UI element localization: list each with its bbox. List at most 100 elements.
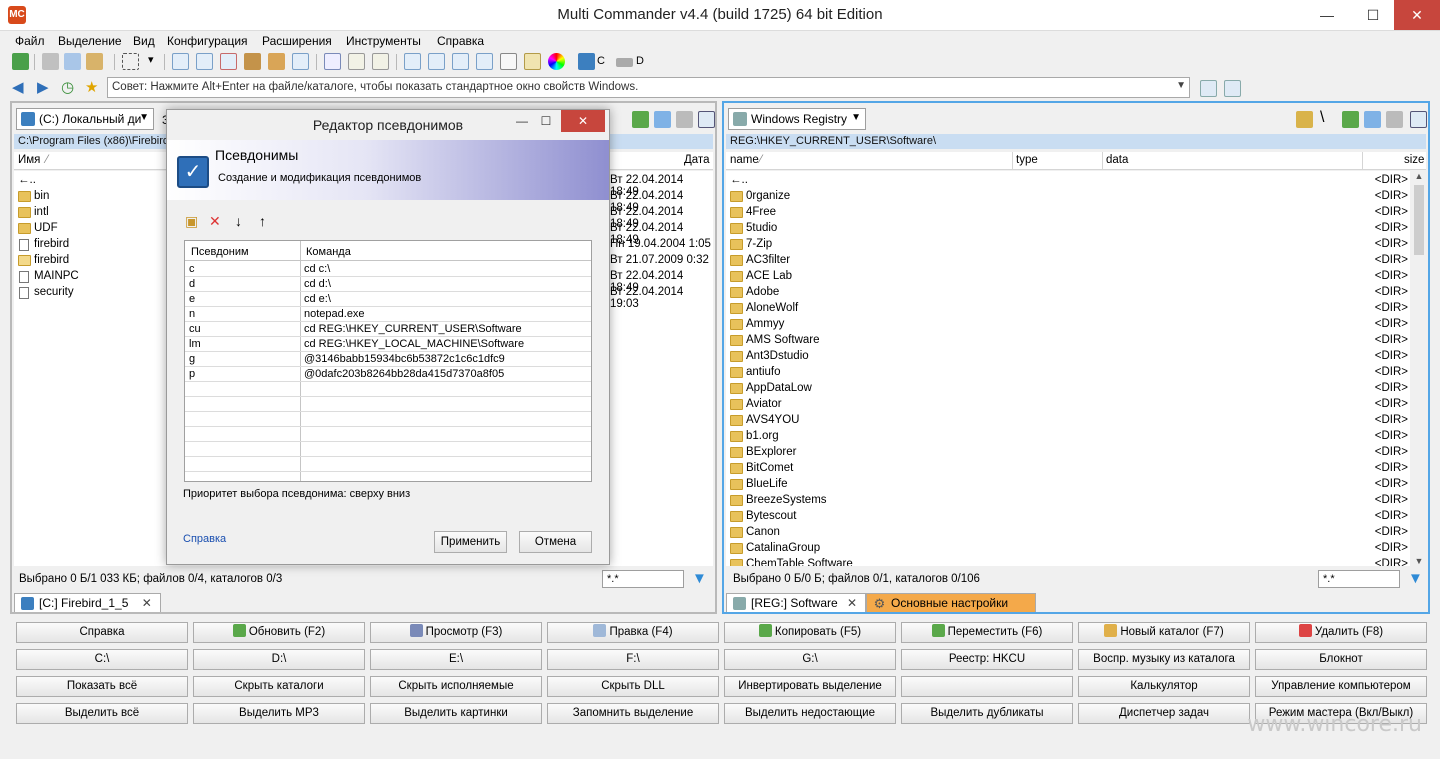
- alias-row[interactable]: n notepad.exe: [185, 307, 591, 322]
- list-item[interactable]: BreezeSystems <DIR>: [726, 493, 1410, 509]
- list-item[interactable]: BitComet <DIR>: [726, 461, 1410, 477]
- list-item[interactable]: ←.. <DIR>: [726, 173, 1410, 189]
- function-button[interactable]: Диспетчер задач: [1078, 703, 1250, 724]
- tab-registry[interactable]: [REG:] Software ✕: [726, 593, 867, 612]
- notepad-icon[interactable]: [500, 53, 517, 70]
- list-item[interactable]: 5tudio <DIR>: [726, 221, 1410, 237]
- alias-row[interactable]: c cd c:\: [185, 262, 591, 277]
- drive-c-label[interactable]: C: [597, 55, 605, 67]
- root-icon[interactable]: \: [1320, 109, 1324, 127]
- function-button[interactable]: Скрыть исполняемые: [370, 676, 542, 697]
- col-size-header[interactable]: size: [1404, 154, 1424, 166]
- maximize-button[interactable]: ☐: [1350, 0, 1396, 30]
- package-icon[interactable]: [268, 53, 285, 70]
- scroll-down-icon[interactable]: ▼: [1412, 556, 1426, 566]
- kb-icon[interactable]: [404, 53, 421, 70]
- color-icon[interactable]: [548, 53, 565, 70]
- function-button[interactable]: [901, 676, 1073, 697]
- go-up-icon[interactable]: [632, 111, 649, 128]
- list-item[interactable]: AMS Software <DIR>: [726, 333, 1410, 349]
- list-item[interactable]: Adobe <DIR>: [726, 285, 1410, 301]
- alias-row[interactable]: [185, 412, 591, 427]
- list-item[interactable]: Aviator <DIR>: [726, 397, 1410, 413]
- list-item[interactable]: AVS4YOU <DIR>: [726, 413, 1410, 429]
- filter-input[interactable]: *.*: [1318, 570, 1400, 588]
- copy-file-icon[interactable]: [196, 53, 213, 70]
- refresh-icon[interactable]: [12, 53, 29, 70]
- tab-firebird[interactable]: [C:] Firebird_1_5 ✕: [14, 593, 161, 612]
- menu-extensions[interactable]: Расширения: [262, 34, 332, 48]
- col-name-header[interactable]: name: [730, 154, 759, 166]
- apply-button[interactable]: Применить: [434, 531, 507, 553]
- tab-settings[interactable]: ⚙ Основные настройки: [866, 593, 1036, 612]
- attributes-icon[interactable]: [476, 53, 493, 70]
- col-command-header[interactable]: Команда: [306, 246, 351, 258]
- alias-row[interactable]: g @3146babb15934bc6b53872c1c6c1dfc9: [185, 352, 591, 367]
- alias-row[interactable]: [185, 442, 591, 457]
- function-button[interactable]: Выделить недостающие: [724, 703, 896, 724]
- function-button[interactable]: Реестр: HKCU: [901, 649, 1073, 670]
- notes-icon[interactable]: [1200, 80, 1217, 97]
- col-date-header[interactable]: Дата: [684, 154, 709, 166]
- scroll-up-icon[interactable]: ▲: [1412, 171, 1426, 181]
- function-button[interactable]: Показать всё: [16, 676, 188, 697]
- alias-table[interactable]: Псевдоним Команда c cd c:\ d cd d:\ e cd e:\ n…: [184, 240, 592, 482]
- list-item[interactable]: Canon <DIR>: [726, 525, 1410, 541]
- function-button[interactable]: Калькулятор: [1078, 676, 1250, 697]
- new-file-icon[interactable]: [172, 53, 189, 70]
- function-button[interactable]: Новый каталог (F7): [1078, 622, 1250, 643]
- list-item[interactable]: antiufo <DIR>: [726, 365, 1410, 381]
- list-item[interactable]: BlueLife <DIR>: [726, 477, 1410, 493]
- move-down-icon[interactable]: ↓: [235, 214, 242, 228]
- function-button[interactable]: C:\: [16, 649, 188, 670]
- alias-row[interactable]: d cd d:\: [185, 277, 591, 292]
- drive-selector[interactable]: (C:) Локальный ди ▼: [16, 108, 154, 130]
- alias-row[interactable]: lm cd REG:\HKEY_LOCAL_MACHINE\Software: [185, 337, 591, 352]
- rename-icon[interactable]: [524, 53, 541, 70]
- extract-icon[interactable]: [292, 53, 309, 70]
- function-button[interactable]: Воспр. музыку из каталога: [1078, 649, 1250, 670]
- view-mode-icon[interactable]: [698, 111, 715, 128]
- favorites-icon[interactable]: ★: [85, 80, 98, 95]
- list-item[interactable]: AC3filter <DIR>: [726, 253, 1410, 269]
- menu-selection[interactable]: Выделение: [58, 34, 122, 48]
- function-button[interactable]: Обновить (F2): [193, 622, 365, 643]
- function-button[interactable]: E:\: [370, 649, 542, 670]
- list-item[interactable]: 4Free <DIR>: [726, 205, 1410, 221]
- minimize-button[interactable]: —: [1304, 0, 1350, 30]
- list-item[interactable]: BExplorer <DIR>: [726, 445, 1410, 461]
- filter-icon[interactable]: ▼: [692, 570, 707, 587]
- cancel-button[interactable]: Отмена: [519, 531, 592, 553]
- chevron-down-icon[interactable]: ▼: [1176, 80, 1186, 91]
- alias-row[interactable]: [185, 397, 591, 412]
- registry-list[interactable]: ←.. <DIR> 0rganize <DIR> 4Free <DIR> 5tudio <DI…: [726, 171, 1410, 566]
- close-button[interactable]: ✕: [1394, 0, 1440, 30]
- function-button[interactable]: Скрыть каталоги: [193, 676, 365, 697]
- drive-d-icon[interactable]: [616, 58, 633, 67]
- alias-row[interactable]: p @0dafc203b8264bb28da415d7370a8f05: [185, 367, 591, 382]
- function-button[interactable]: Выделить MP3: [193, 703, 365, 724]
- alias-row[interactable]: cu cd REG:\HKEY_CURRENT_USER\Software: [185, 322, 591, 337]
- col-data-header[interactable]: data: [1106, 154, 1128, 166]
- menu-file[interactable]: Файл: [15, 34, 45, 48]
- swap-icon[interactable]: [654, 111, 671, 128]
- menu-config[interactable]: Конфигурация: [167, 34, 248, 48]
- properties-icon[interactable]: [428, 53, 445, 70]
- drive-d-label[interactable]: D: [636, 55, 644, 67]
- tree-icon[interactable]: [1296, 111, 1313, 128]
- search-icon[interactable]: [324, 53, 341, 70]
- list-item[interactable]: 7-Zip <DIR>: [726, 237, 1410, 253]
- list-item[interactable]: Ammyy <DIR>: [726, 317, 1410, 333]
- function-button[interactable]: Выделить картинки: [370, 703, 542, 724]
- tools-icon[interactable]: [676, 111, 693, 128]
- cut-icon[interactable]: [42, 53, 59, 70]
- function-button[interactable]: D:\: [193, 649, 365, 670]
- list-item[interactable]: AloneWolf <DIR>: [726, 301, 1410, 317]
- list-item[interactable]: Ant3Dstudio <DIR>: [726, 349, 1410, 365]
- function-button[interactable]: F:\: [547, 649, 719, 670]
- function-button[interactable]: Инвертировать выделение: [724, 676, 896, 697]
- alias-row[interactable]: [185, 427, 591, 442]
- scrollbar[interactable]: ▲ ▼: [1412, 171, 1426, 566]
- path-bar[interactable]: REG:\HKEY_CURRENT_USER\Software\: [726, 134, 1426, 149]
- edit-icon[interactable]: [348, 53, 365, 70]
